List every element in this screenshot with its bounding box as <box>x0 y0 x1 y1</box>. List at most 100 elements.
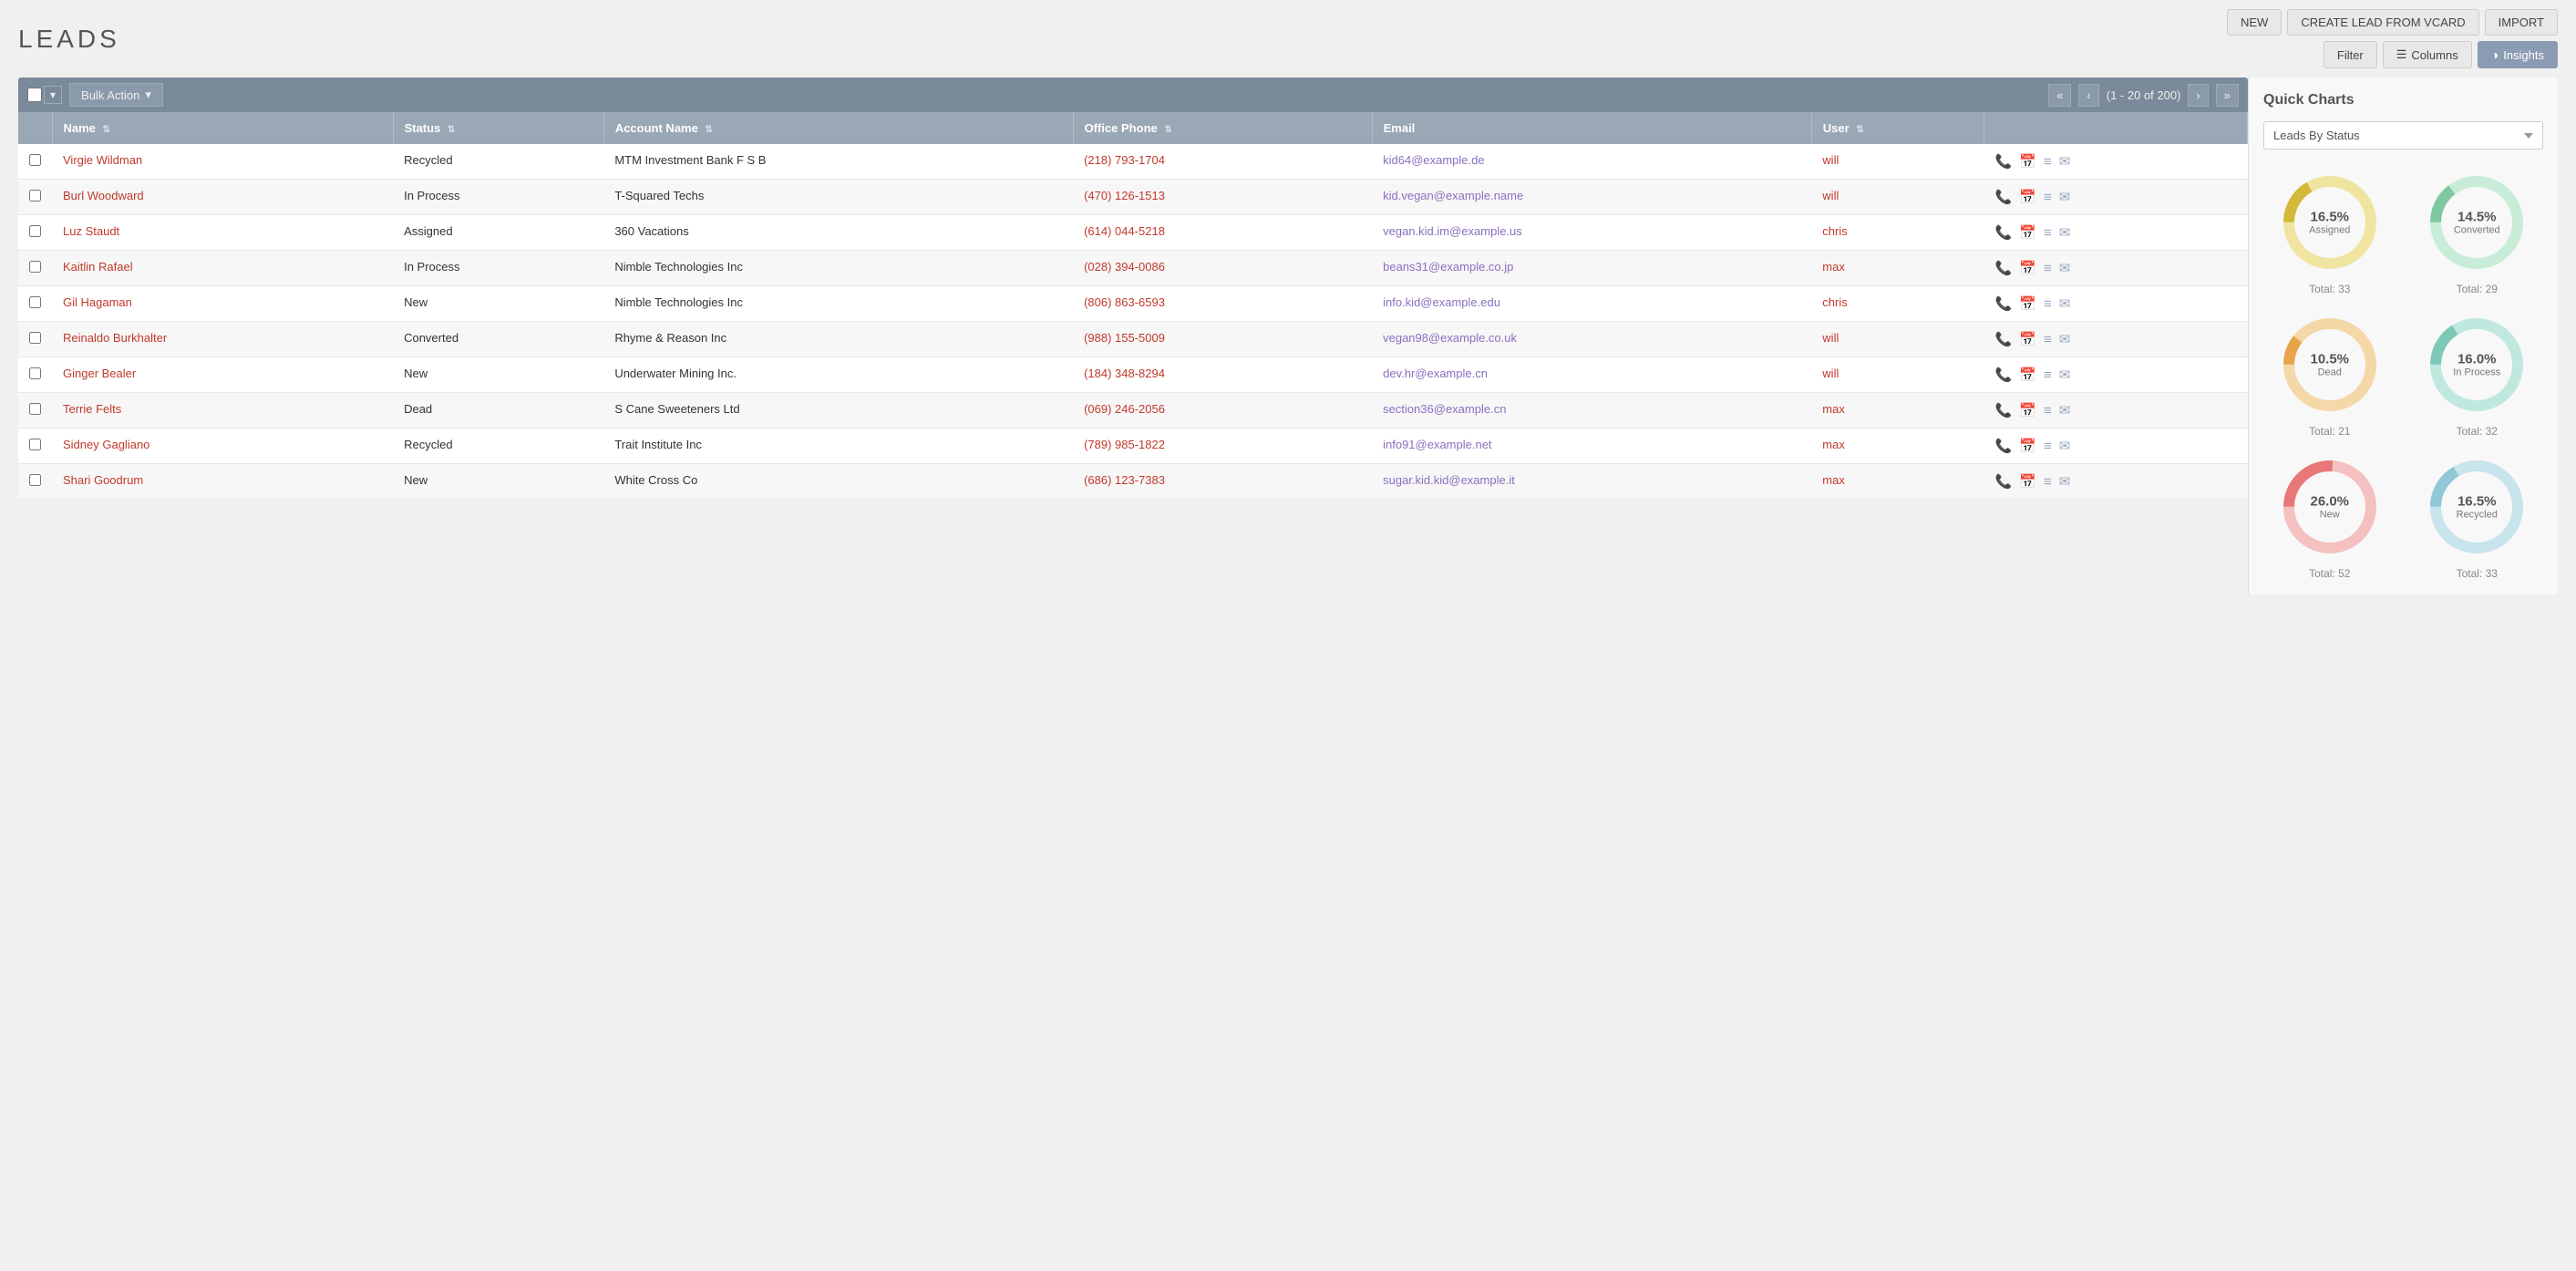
list-icon[interactable]: ≡ <box>2044 190 2052 205</box>
row-phone[interactable]: (218) 793-1704 <box>1073 144 1372 180</box>
row-checkbox[interactable] <box>18 357 52 393</box>
list-icon[interactable]: ≡ <box>2044 474 2052 490</box>
email-icon[interactable]: ✉ <box>2059 295 2071 312</box>
calendar-icon[interactable]: 📅 <box>2019 367 2036 383</box>
row-name[interactable]: Luz Staudt <box>52 215 393 251</box>
row-name[interactable]: Kaitlin Rafael <box>52 251 393 286</box>
list-icon[interactable]: ≡ <box>2044 439 2052 454</box>
next-page-button[interactable]: › <box>2188 84 2208 107</box>
email-icon[interactable]: ✉ <box>2059 367 2071 383</box>
list-icon[interactable]: ≡ <box>2044 332 2052 347</box>
list-icon[interactable]: ≡ <box>2044 403 2052 418</box>
row-checkbox[interactable] <box>18 464 52 500</box>
row-user[interactable]: will <box>1811 144 1984 180</box>
row-user[interactable]: chris <box>1811 286 1984 322</box>
row-user[interactable]: will <box>1811 357 1984 393</box>
call-icon[interactable]: 📞 <box>1995 402 2013 418</box>
columns-button[interactable]: ☰ Columns <box>2383 41 2472 68</box>
list-icon[interactable]: ≡ <box>2044 367 2052 383</box>
import-button[interactable]: IMPORT <box>2485 9 2558 36</box>
bulk-action-button[interactable]: Bulk Action ▾ <box>69 83 163 107</box>
calendar-icon[interactable]: 📅 <box>2019 473 2036 490</box>
row-email[interactable]: kid64@example.de <box>1372 144 1811 180</box>
row-phone[interactable]: (028) 394-0086 <box>1073 251 1372 286</box>
row-name[interactable]: Gil Hagaman <box>52 286 393 322</box>
vcard-button[interactable]: CREATE LEAD FROM VCARD <box>2287 9 2478 36</box>
row-checkbox[interactable] <box>18 286 52 322</box>
row-checkbox[interactable] <box>18 429 52 464</box>
row-name[interactable]: Shari Goodrum <box>52 464 393 500</box>
filter-button[interactable]: Filter <box>2324 41 2377 68</box>
row-name[interactable]: Terrie Felts <box>52 393 393 429</box>
row-phone[interactable]: (184) 348-8294 <box>1073 357 1372 393</box>
row-email[interactable]: info91@example.net <box>1372 429 1811 464</box>
col-phone[interactable]: Office Phone ⇅ <box>1073 112 1372 144</box>
call-icon[interactable]: 📞 <box>1995 331 2013 347</box>
calendar-icon[interactable]: 📅 <box>2019 295 2036 312</box>
call-icon[interactable]: 📞 <box>1995 473 2013 490</box>
row-name[interactable]: Reinaldo Burkhalter <box>52 322 393 357</box>
list-icon[interactable]: ≡ <box>2044 261 2052 276</box>
row-phone[interactable]: (069) 246-2056 <box>1073 393 1372 429</box>
row-name[interactable]: Sidney Gagliano <box>52 429 393 464</box>
calendar-icon[interactable]: 📅 <box>2019 153 2036 170</box>
row-phone[interactable]: (789) 985-1822 <box>1073 429 1372 464</box>
email-icon[interactable]: ✉ <box>2059 189 2071 205</box>
row-checkbox[interactable] <box>18 180 52 215</box>
calendar-icon[interactable]: 📅 <box>2019 438 2036 454</box>
call-icon[interactable]: 📞 <box>1995 153 2013 170</box>
email-icon[interactable]: ✉ <box>2059 224 2071 241</box>
email-icon[interactable]: ✉ <box>2059 331 2071 347</box>
calendar-icon[interactable]: 📅 <box>2019 189 2036 205</box>
row-user[interactable]: will <box>1811 180 1984 215</box>
insights-button[interactable]: ◑ Insights <box>2478 41 2558 68</box>
list-icon[interactable]: ≡ <box>2044 154 2052 170</box>
calendar-icon[interactable]: 📅 <box>2019 402 2036 418</box>
row-email[interactable]: vegan98@example.co.uk <box>1372 322 1811 357</box>
row-user[interactable]: chris <box>1811 215 1984 251</box>
calendar-icon[interactable]: 📅 <box>2019 331 2036 347</box>
row-email[interactable]: dev.hr@example.cn <box>1372 357 1811 393</box>
row-user[interactable]: max <box>1811 429 1984 464</box>
call-icon[interactable]: 📞 <box>1995 260 2013 276</box>
calendar-icon[interactable]: 📅 <box>2019 260 2036 276</box>
email-icon[interactable]: ✉ <box>2059 153 2071 170</box>
col-account[interactable]: Account Name ⇅ <box>603 112 1073 144</box>
call-icon[interactable]: 📞 <box>1995 295 2013 312</box>
first-page-button[interactable]: « <box>2048 84 2071 107</box>
list-icon[interactable]: ≡ <box>2044 225 2052 241</box>
checkbox-dropdown[interactable]: ▾ <box>44 86 62 104</box>
row-name[interactable]: Ginger Bealer <box>52 357 393 393</box>
email-icon[interactable]: ✉ <box>2059 438 2071 454</box>
row-checkbox[interactable] <box>18 251 52 286</box>
row-user[interactable]: max <box>1811 251 1984 286</box>
row-phone[interactable]: (614) 044-5218 <box>1073 215 1372 251</box>
row-checkbox[interactable] <box>18 393 52 429</box>
last-page-button[interactable]: » <box>2216 84 2239 107</box>
call-icon[interactable]: 📞 <box>1995 189 2013 205</box>
row-email[interactable]: sugar.kid.kid@example.it <box>1372 464 1811 500</box>
email-icon[interactable]: ✉ <box>2059 473 2071 490</box>
row-name[interactable]: Virgie Wildman <box>52 144 393 180</box>
select-all-checkbox[interactable] <box>27 88 42 102</box>
col-status[interactable]: Status ⇅ <box>393 112 603 144</box>
row-name[interactable]: Burl Woodward <box>52 180 393 215</box>
call-icon[interactable]: 📞 <box>1995 438 2013 454</box>
row-email[interactable]: section36@example.cn <box>1372 393 1811 429</box>
row-checkbox[interactable] <box>18 322 52 357</box>
row-email[interactable]: vegan.kid.im@example.us <box>1372 215 1811 251</box>
call-icon[interactable]: 📞 <box>1995 367 2013 383</box>
col-email[interactable]: Email <box>1372 112 1811 144</box>
row-phone[interactable]: (988) 155-5009 <box>1073 322 1372 357</box>
col-user[interactable]: User ⇅ <box>1811 112 1984 144</box>
row-user[interactable]: max <box>1811 464 1984 500</box>
row-email[interactable]: info.kid@example.edu <box>1372 286 1811 322</box>
email-icon[interactable]: ✉ <box>2059 260 2071 276</box>
row-email[interactable]: kid.vegan@example.name <box>1372 180 1811 215</box>
row-checkbox[interactable] <box>18 215 52 251</box>
new-button[interactable]: NEW <box>2227 9 2282 36</box>
prev-page-button[interactable]: ‹ <box>2078 84 2098 107</box>
col-name[interactable]: Name ⇅ <box>52 112 393 144</box>
chart-type-select[interactable]: Leads By Status <box>2263 121 2543 150</box>
row-user[interactable]: max <box>1811 393 1984 429</box>
